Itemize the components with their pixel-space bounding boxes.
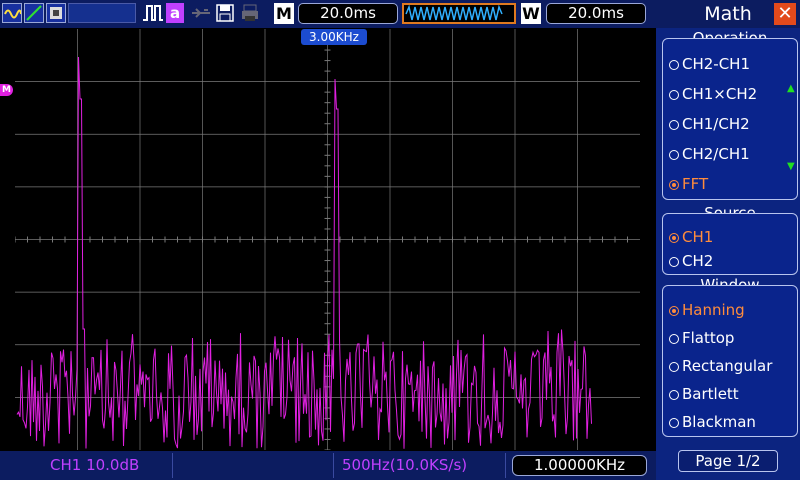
radio-selected-icon — [669, 180, 679, 190]
waveform-display — [15, 29, 640, 450]
fft-plot — [15, 29, 640, 450]
save-icon[interactable] — [215, 3, 235, 23]
radio-icon — [669, 390, 679, 400]
frequency-cursor-marker[interactable]: 3.00KHz — [301, 29, 367, 45]
persist-icon[interactable] — [46, 3, 66, 23]
scroll-up-icon[interactable]: ▲ — [787, 83, 795, 94]
fft-sample-rate: 500Hz(10.0KS/s) — [342, 456, 468, 474]
source-group: CH1 CH2 — [662, 213, 798, 275]
usb-icon — [190, 3, 212, 23]
operation-option-selected[interactable]: FFT — [669, 175, 708, 193]
radio-icon — [669, 362, 679, 372]
window-option[interactable]: Flattop — [669, 329, 734, 347]
printer-icon[interactable] — [240, 3, 260, 23]
window-option[interactable]: Blackman — [669, 413, 756, 431]
memory-window-icon[interactable] — [402, 3, 516, 24]
channel-scale[interactable]: CH1 10.0dB — [50, 456, 139, 474]
status-box — [68, 3, 136, 23]
radio-icon — [669, 60, 679, 70]
operation-group: CH2-CH1 CH1×CH2 CH1/CH2 CH2/CH1 FFT ▲ ▼ — [662, 38, 798, 200]
source-option[interactable]: CH2 — [669, 252, 713, 270]
scroll-down-icon[interactable]: ▼ — [787, 161, 795, 172]
main-timebase-value[interactable]: 20.0ms — [298, 3, 398, 24]
window-option[interactable]: Bartlett — [669, 385, 739, 403]
bottom-status-bar: CH1 10.0dB 500Hz(10.0KS/s) 1.00000KHz — [0, 451, 656, 480]
radio-icon — [669, 90, 679, 100]
operation-option[interactable]: CH2-CH1 — [669, 55, 750, 73]
page-button[interactable]: Page 1/2 — [678, 450, 778, 472]
radio-icon — [669, 334, 679, 344]
pulse-trigger-icon[interactable] — [142, 3, 164, 23]
radio-icon — [669, 418, 679, 428]
math-menu: Math ✕ Operation CH2-CH1 CH1×CH2 CH1/CH2… — [656, 0, 800, 480]
source-option-selected[interactable]: CH1 — [669, 228, 713, 246]
math-channel-marker[interactable]: M — [0, 84, 13, 96]
radio-icon — [669, 257, 679, 267]
waveform-icon[interactable] — [2, 3, 22, 23]
acquire-button[interactable]: a — [166, 3, 184, 23]
window-option[interactable]: Rectangular — [669, 357, 772, 375]
operation-option[interactable]: CH1/CH2 — [669, 115, 750, 133]
radio-icon — [669, 120, 679, 130]
operation-option[interactable]: CH2/CH1 — [669, 145, 750, 163]
window-group: Hanning Flattop Rectangular Bartlett Bla… — [662, 285, 798, 437]
top-toolbar: a M 20.0ms W 20.0ms — [0, 0, 656, 28]
window-timebase-value[interactable]: 20.0ms — [546, 3, 646, 24]
operation-option[interactable]: CH1×CH2 — [669, 85, 757, 103]
window-option-selected[interactable]: Hanning — [669, 301, 745, 319]
main-timebase-label: M — [274, 3, 294, 24]
radio-icon — [669, 150, 679, 160]
vector-display-icon[interactable] — [24, 3, 44, 23]
fft-trace — [16, 56, 592, 449]
window-timebase-label: W — [521, 3, 541, 24]
frequency-readout: 1.00000KHz — [512, 455, 647, 476]
radio-selected-icon — [669, 306, 679, 316]
radio-selected-icon — [669, 233, 679, 243]
close-icon[interactable]: ✕ — [774, 3, 796, 25]
